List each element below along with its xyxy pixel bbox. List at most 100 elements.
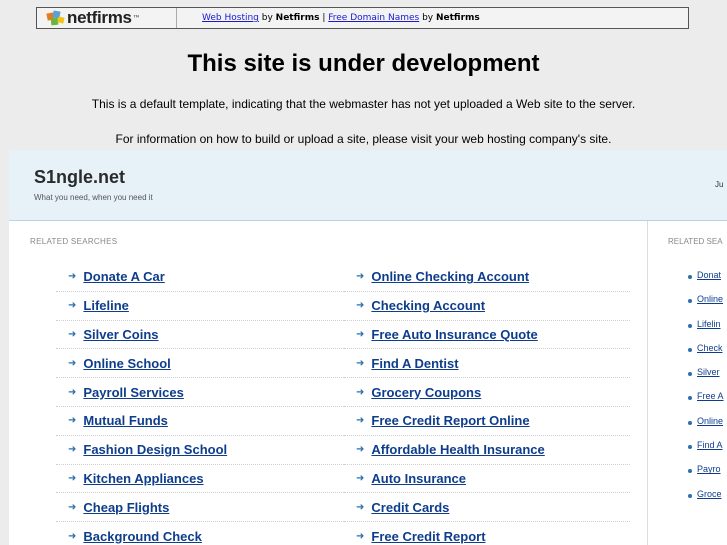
related-link[interactable]: Affordable Health Insurance	[371, 442, 544, 457]
info-text: For information on how to build or uploa…	[115, 132, 612, 146]
related-link[interactable]: Credit Cards	[371, 500, 449, 515]
netfirms-brand: Netfirms	[275, 13, 320, 23]
arrow-icon: ➜	[356, 530, 365, 542]
arrow-icon: ➜	[356, 501, 365, 513]
arrow-icon: ➜	[68, 501, 77, 513]
sidebar-link-item: Lifelin	[688, 319, 724, 343]
separator: |	[319, 13, 329, 23]
related-link[interactable]: Auto Insurance	[371, 471, 466, 486]
related-link[interactable]: Online Checking Account	[371, 269, 529, 284]
arrow-icon: ➜	[68, 357, 77, 369]
related-link-item: ➜ Online Checking Account	[344, 263, 630, 292]
arrow-icon: ➜	[68, 300, 77, 312]
arrow-icon: ➜	[68, 472, 77, 484]
bullet-icon	[688, 299, 692, 304]
related-link-item: ➜ Mutual Funds	[56, 407, 344, 436]
related-link[interactable]: Lifeline	[83, 298, 129, 313]
related-link-item: ➜ Grocery Coupons	[344, 378, 630, 407]
intro-text: This is a default template, indicating t…	[91, 97, 636, 111]
related-link-item: ➜ Affordable Health Insurance	[344, 436, 630, 465]
sidebar-link[interactable]: Lifelin	[697, 319, 721, 329]
related-link[interactable]: Silver Coins	[83, 327, 158, 342]
arrow-icon: ➜	[356, 271, 365, 283]
sidebar-link[interactable]: Payro	[697, 464, 721, 474]
arrow-icon: ➜	[356, 328, 365, 340]
netfirms-brand: Netfirms	[435, 13, 480, 23]
sidebar-links-list: Donat Online Lifelin Check Silver Free A Onlin…	[688, 270, 724, 513]
sidebar-related-label: RELATED SEA	[668, 237, 723, 246]
bullet-icon	[688, 469, 692, 474]
trademark-mark: ™	[132, 13, 141, 23]
related-link[interactable]: Fashion Design School	[83, 442, 227, 457]
related-link-item: ➜ Free Credit Report Online	[344, 407, 630, 436]
related-link-item: ➜ Cheap Flights	[56, 493, 344, 523]
by-text: by	[419, 13, 436, 23]
related-link-item: ➜ Background Check	[56, 522, 344, 545]
site-name[interactable]: S1ngle.net	[34, 167, 125, 188]
sidebar-link[interactable]: Free A	[697, 391, 724, 401]
related-link-item: ➜ Credit Cards	[344, 493, 630, 523]
sidebar-link-item: Payro	[688, 464, 724, 488]
bullet-icon	[688, 445, 692, 450]
arrow-icon: ➜	[356, 386, 365, 398]
arrow-icon: ➜	[68, 386, 77, 398]
related-link-item: ➜ Donate A Car	[56, 263, 344, 292]
netfirms-banner: netfirms ™ Web Hosting by Netfirms | Fre…	[36, 7, 689, 29]
arrow-icon: ➜	[68, 530, 77, 542]
arrow-icon: ➜	[356, 300, 365, 312]
sidebar-link[interactable]: Check	[697, 343, 723, 353]
related-link[interactable]: Mutual Funds	[83, 413, 168, 428]
related-link[interactable]: Free Auto Insurance Quote	[371, 327, 537, 342]
related-link[interactable]: Find A Dentist	[371, 356, 458, 371]
sidebar-link-item: Groce	[688, 489, 724, 513]
arrow-icon: ➜	[356, 472, 365, 484]
sidebar-link[interactable]: Online	[697, 416, 723, 426]
related-link[interactable]: Free Credit Report	[371, 529, 485, 544]
related-link[interactable]: Background Check	[83, 529, 201, 544]
related-link-item: ➜ Online School	[56, 349, 344, 379]
related-link[interactable]: Free Credit Report Online	[371, 413, 529, 428]
netfirms-logo-icon	[46, 10, 65, 26]
arrow-icon: ➜	[68, 415, 77, 427]
related-link-item: ➜ Free Auto Insurance Quote	[344, 321, 630, 350]
related-link[interactable]: Kitchen Appliances	[83, 471, 203, 486]
related-link[interactable]: Checking Account	[371, 298, 485, 313]
header-right-text: Ju	[715, 180, 724, 189]
related-link-item: ➜ Free Credit Report	[344, 522, 630, 545]
related-link-item: ➜ Find A Dentist	[344, 349, 630, 379]
related-link[interactable]: Payroll Services	[83, 385, 183, 400]
sidebar-link[interactable]: Silver	[697, 367, 720, 377]
bullet-icon	[688, 323, 692, 328]
banner-links: Web Hosting by Netfirms | Free Domain Na…	[202, 13, 480, 23]
parked-page-frame: S1ngle.net What you need, when you need …	[9, 150, 727, 545]
sidebar-link[interactable]: Groce	[697, 489, 722, 499]
arrow-icon: ➜	[356, 444, 365, 456]
arrow-icon: ➜	[68, 444, 77, 456]
sidebar-link[interactable]: Donat	[697, 270, 721, 280]
related-link[interactable]: Donate A Car	[83, 269, 164, 284]
sidebar-link[interactable]: Online	[697, 294, 723, 304]
netfirms-logo-text: netfirms	[67, 8, 132, 27]
web-hosting-link[interactable]: Web Hosting	[202, 13, 259, 23]
related-link[interactable]: Cheap Flights	[83, 500, 169, 515]
bullet-icon	[688, 372, 692, 377]
sidebar-link[interactable]: Find A	[697, 440, 723, 450]
bullet-icon	[688, 347, 692, 352]
related-link-item: ➜ Checking Account	[344, 292, 630, 321]
free-domain-names-link[interactable]: Free Domain Names	[328, 13, 419, 23]
related-link-item: ➜ Lifeline	[56, 292, 344, 321]
related-searches-label: RELATED SEARCHES	[30, 237, 118, 246]
related-link-item: ➜ Fashion Design School	[56, 436, 344, 465]
sidebar-link-item: Online	[688, 294, 724, 318]
arrow-icon: ➜	[356, 357, 365, 369]
sidebar-link-item: Online	[688, 416, 724, 440]
related-searches-main: RELATED SEARCHES ➜ Donate A Car ➜ Online Ch…	[9, 221, 648, 545]
bullet-icon	[688, 396, 692, 401]
sidebar-link-item: Find A	[688, 440, 724, 464]
bullet-icon	[688, 420, 692, 425]
netfirms-logo[interactable]: netfirms ™	[37, 8, 177, 28]
related-link[interactable]: Grocery Coupons	[371, 385, 481, 400]
related-link[interactable]: Online School	[83, 356, 170, 371]
sidebar-link-item: Check	[688, 343, 724, 367]
sidebar-link-item: Free A	[688, 391, 724, 415]
